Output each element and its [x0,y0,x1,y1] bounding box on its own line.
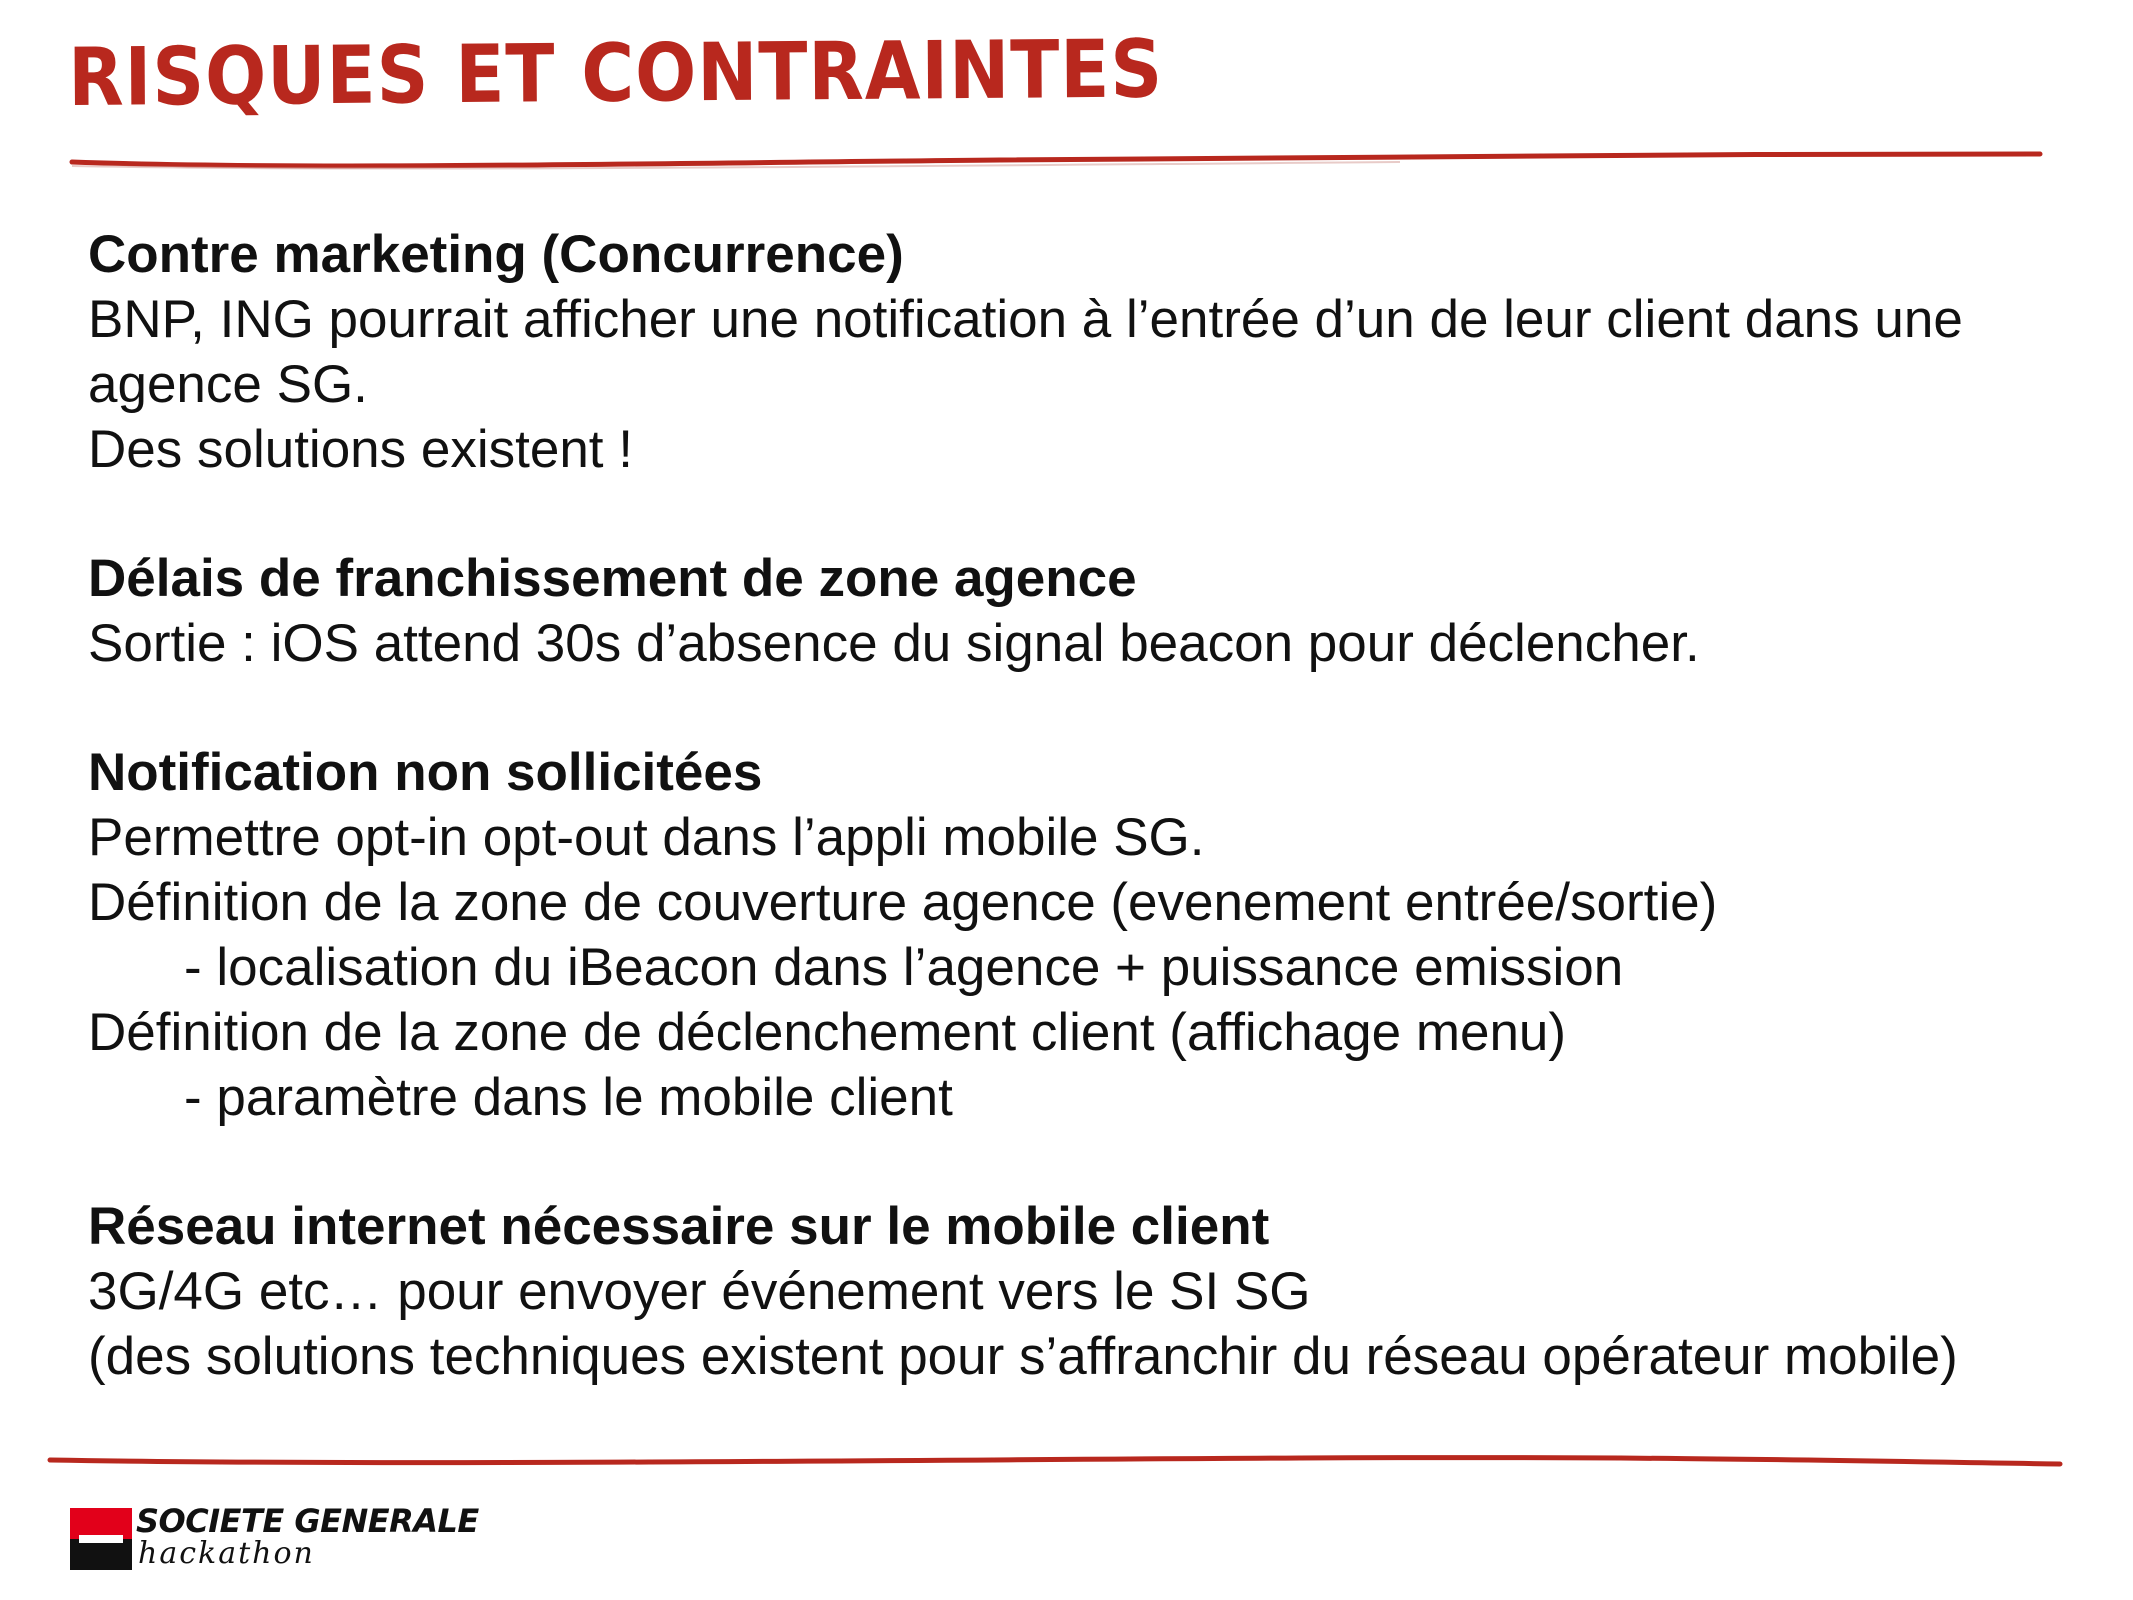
body-line: (des solutions techniques existent pour … [88,1327,1958,1386]
slide-title: RISQUES ET CONTRAINTES [67,22,1164,124]
section-delais-franchissement: Délais de franchissement de zone agence … [88,546,2088,676]
indented-line: - paramètre dans le mobile client [184,1068,953,1127]
section-heading: Contre marketing (Concurrence) [88,225,904,284]
section-reseau-internet: Réseau internet nécessaire sur le mobile… [88,1194,2088,1389]
section-heading: Notification non sollicitées [88,743,763,802]
bottom-divider [47,1455,2063,1467]
logo-mark-icon [70,1508,132,1570]
body-line: 3G/4G etc… pour envoyer événement vers l… [88,1262,1311,1321]
body-line: BNP, ING pourrait afficher une notificat… [88,290,1963,349]
top-divider [69,151,2043,170]
body-line: Sortie : iOS attend 30s d’absence du sig… [88,614,1700,673]
body-line: Définition de la zone de déclenchement c… [88,1003,1567,1062]
societe-generale-logo: SOCIETE GENERALE hackathon [70,1500,490,1580]
logo-name: SOCIETE GENERALE [136,1502,479,1540]
body-line: Définition de la zone de couverture agen… [88,873,1718,932]
slide-content: Contre marketing (Concurrence) BNP, ING … [88,222,2088,1453]
body-line: agence SG. [88,355,368,414]
body-line: Des solutions existent ! [88,420,633,479]
section-heading: Réseau internet nécessaire sur le mobile… [88,1197,1270,1256]
section-notification: Notification non sollicitées Permettre o… [88,740,2088,1130]
body-line: Permettre opt-in opt-out dans l’appli mo… [88,808,1205,867]
indented-line: - localisation du iBeacon dans l’agence … [184,938,1624,997]
section-contre-marketing: Contre marketing (Concurrence) BNP, ING … [88,222,2088,482]
section-heading: Délais de franchissement de zone agence [88,549,1137,608]
logo-subtitle: hackathon [138,1536,315,1571]
